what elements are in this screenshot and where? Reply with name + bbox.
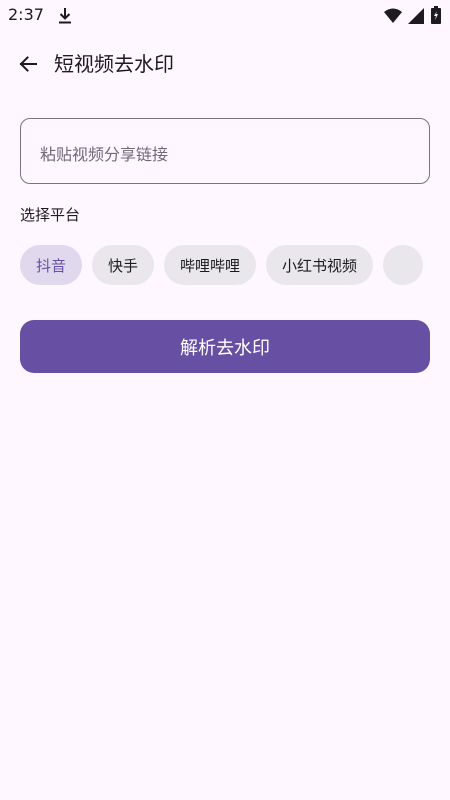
status-time: 2:37 [8,5,44,24]
chip-more[interactable] [383,245,424,285]
video-link-placeholder: 粘贴视频分享链接 [40,145,169,164]
chip-xiaohongshu[interactable]: 小红书视频 [266,245,374,285]
app-bar: 短视频去水印 [0,32,450,96]
chip-kuaishou[interactable]: 快手 [92,245,155,285]
platform-section-label: 选择平台 [20,206,81,224]
back-button[interactable] [8,44,48,84]
video-link-input[interactable]: 粘贴视频分享链接 [20,118,430,184]
chip-bilibili[interactable]: 哔哩哔哩 [164,245,257,285]
status-bar: 2:37 [0,0,450,32]
page-title: 短视频去水印 [54,52,174,76]
parse-button[interactable]: 解析去水印 [20,320,430,373]
chip-douyin[interactable]: 抖音 [20,245,83,285]
arrow-back-icon [19,56,37,72]
platform-chip-row[interactable]: 抖音 快手 哔哩哔哩 小红书视频 [20,245,430,285]
signal-icon [408,8,424,24]
wifi-icon [384,8,402,23]
download-icon [59,8,71,24]
battery-icon [431,6,441,24]
